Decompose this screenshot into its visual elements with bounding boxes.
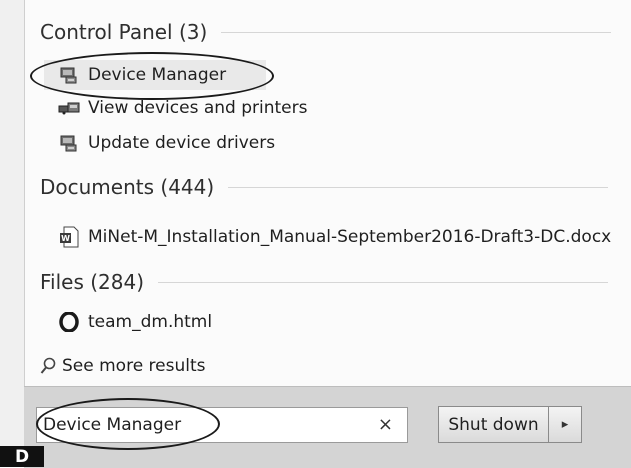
group-title-control-panel: Control Panel (3): [40, 20, 208, 44]
result-label: View devices and printers: [88, 98, 308, 118]
figure-label-tag: D: [0, 446, 44, 467]
search-input[interactable]: [43, 408, 363, 442]
result-view-devices-printers[interactable]: View devices and printers: [58, 94, 307, 122]
result-team-dm-html[interactable]: team_dm.html: [58, 308, 212, 336]
shut-down-options-button[interactable]: ▸: [549, 406, 582, 443]
result-label: Update device drivers: [88, 133, 276, 153]
group-header-documents: Documents (444): [40, 173, 609, 201]
shut-down-label: Shut down: [448, 414, 539, 435]
figure-label: D: [14, 447, 30, 467]
search-icon: [40, 357, 56, 375]
shut-down-button[interactable]: Shut down: [438, 406, 549, 443]
group-divider: [221, 31, 612, 33]
group-header-control-panel: Control Panel (3): [40, 18, 612, 46]
result-update-device-drivers[interactable]: Update device drivers: [58, 129, 275, 157]
close-icon[interactable]: ×: [378, 414, 393, 436]
device-manager-icon: [58, 132, 80, 154]
see-more-label: See more results: [62, 356, 206, 376]
start-menu-search-panel: Control Panel (3) Device Manager View de…: [0, 0, 631, 468]
result-label: Device Manager: [88, 65, 227, 85]
result-label: MiNet-M_Installation_Manual-September201…: [88, 227, 612, 247]
group-title-files: Files (284): [40, 270, 145, 294]
see-more-results-link[interactable]: See more results: [40, 353, 206, 379]
opera-html-icon: [58, 311, 80, 333]
result-minet-docx[interactable]: W MiNet-M_Installation_Manual-September2…: [58, 223, 611, 251]
left-margin: [0, 0, 24, 446]
group-divider: [228, 186, 609, 188]
chevron-right-icon: ▸: [561, 417, 569, 432]
device-manager-icon: [58, 64, 80, 86]
group-divider: [158, 281, 609, 283]
group-title-documents: Documents (444): [40, 175, 215, 199]
search-box[interactable]: ×: [36, 407, 408, 443]
devices-printers-icon: [58, 97, 80, 119]
result-label: team_dm.html: [88, 312, 213, 332]
word-document-icon: W: [58, 226, 80, 248]
result-device-manager[interactable]: Device Manager: [58, 61, 226, 89]
svg-text:W: W: [61, 234, 70, 243]
group-header-files: Files (284): [40, 268, 609, 296]
